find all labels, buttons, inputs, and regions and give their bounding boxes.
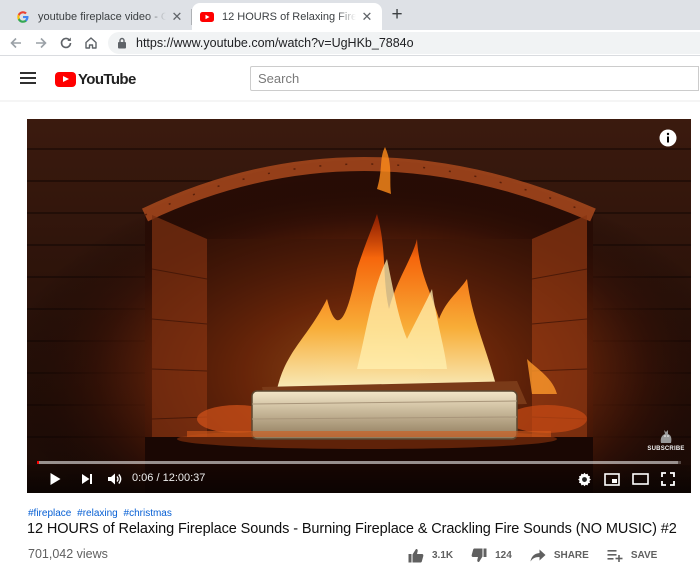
volume-icon[interactable] (106, 470, 124, 488)
video-player[interactable]: SUBSCRIBE 0:06 / 12:00:37 (27, 119, 691, 493)
youtube-play-logo-icon (55, 71, 76, 87)
video-title: 12 HOURS of Relaxing Fireplace Sounds - … (27, 521, 677, 537)
save-button[interactable]: SAVE (607, 549, 658, 562)
share-label: SHARE (553, 549, 589, 561)
miniplayer-icon[interactable] (603, 470, 621, 488)
player-controls: 0:06 / 12:00:37 (27, 465, 691, 493)
share-arrow-icon (530, 549, 546, 561)
browser-toolbar: https://www.youtube.com/watch?v=UgHKb_78… (0, 30, 700, 56)
url-text: https://www.youtube.com/watch?v=UgHKb_78… (136, 36, 414, 50)
progress-played (37, 461, 39, 464)
lock-icon (116, 37, 128, 49)
video-frame-fireplace (27, 119, 691, 493)
tab-title: youtube fireplace video - Google Search (38, 10, 166, 23)
tab-close-icon[interactable]: ✕ (170, 9, 184, 24)
home-icon[interactable] (81, 33, 101, 53)
youtube-icon (200, 10, 214, 24)
view-count: 701,042 views (28, 547, 108, 561)
play-icon[interactable] (46, 470, 64, 488)
settings-gear-icon[interactable] (575, 470, 593, 488)
reload-icon[interactable] (56, 33, 76, 53)
youtube-logo[interactable]: YouTube (55, 70, 136, 88)
like-count: 3.1K (432, 549, 454, 561)
video-actions: 3.1K 124 SHARE SAVE (408, 546, 675, 564)
header-divider (0, 100, 700, 102)
time-display: 0:06 / 12:00:37 (132, 472, 206, 484)
cat-logo-icon (660, 430, 672, 443)
like-button[interactable]: 3.1K (408, 548, 453, 563)
hashtag-link[interactable]: #fireplace (28, 508, 71, 519)
new-tab-icon[interactable]: + (388, 5, 406, 24)
save-label: SAVE (630, 549, 658, 561)
tab-close-icon[interactable]: ✕ (360, 9, 374, 24)
info-icon[interactable] (659, 129, 677, 147)
hamburger-menu-icon[interactable] (20, 72, 36, 84)
hashtag-link[interactable]: #christmas (124, 508, 172, 519)
tab-google-search[interactable]: youtube fireplace video - Google Search … (8, 3, 192, 30)
forward-arrow-icon[interactable] (31, 33, 51, 53)
hashtag-link[interactable]: #relaxing (77, 508, 118, 519)
google-g-icon (16, 10, 30, 24)
subscribe-label: SUBSCRIBE (647, 446, 685, 452)
fullscreen-icon[interactable] (659, 470, 677, 488)
progress-buffered (37, 461, 678, 464)
back-arrow-icon[interactable] (6, 33, 26, 53)
share-button[interactable]: SHARE (530, 549, 589, 562)
youtube-logo-text: YouTube (78, 70, 136, 88)
subscribe-watermark[interactable]: SUBSCRIBE (647, 428, 685, 456)
search-input[interactable]: Search (250, 66, 699, 91)
dislike-button[interactable]: 124 (471, 548, 512, 563)
theater-mode-icon[interactable] (631, 470, 649, 488)
thumbs-down-icon (471, 548, 487, 562)
browser-tab-strip: youtube fireplace video - Google Search … (0, 0, 700, 30)
thumbs-up-icon (408, 548, 424, 562)
playlist-add-icon (607, 549, 623, 562)
hashtag-list: #fireplace #relaxing #christmas (28, 508, 175, 519)
tab-title: 12 HOURS of Relaxing Fireplace Sounds - … (222, 10, 356, 23)
youtube-masthead: YouTube Search (0, 57, 700, 100)
progress-bar[interactable] (37, 461, 681, 464)
dislike-count: 124 (495, 549, 512, 561)
tab-youtube-video[interactable]: 12 HOURS of Relaxing Fireplace Sounds - … (192, 3, 382, 30)
next-icon[interactable] (78, 470, 96, 488)
address-bar[interactable]: https://www.youtube.com/watch?v=UgHKb_78… (108, 32, 700, 54)
